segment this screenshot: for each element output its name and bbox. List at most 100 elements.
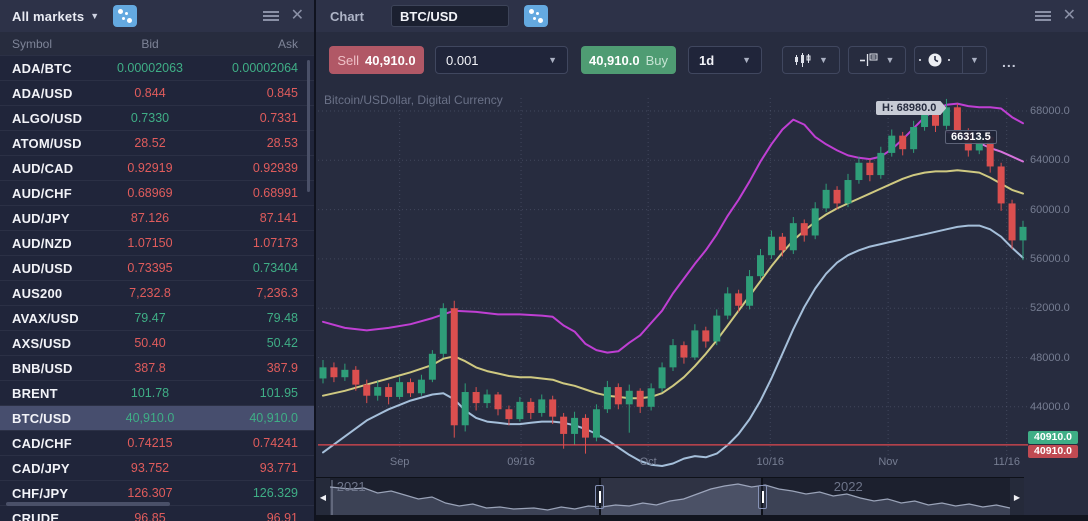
watchlist-row[interactable]: ADA/BTC0.000020630.00002064 <box>0 56 314 81</box>
y-axis-label: 60000.0 <box>1030 204 1086 216</box>
close-icon[interactable]: ✕ <box>1063 8 1076 24</box>
x-axis-label: Nov <box>878 456 898 468</box>
watchlist-header: All markets ▼ ✕ <box>0 0 314 32</box>
row-ask: 0.845 <box>204 86 314 100</box>
watchlist-row[interactable]: AUS2007,232.87,236.3 <box>0 281 314 306</box>
timezone-button[interactable]: ▼ <box>914 46 987 74</box>
row-ask: 387.9 <box>204 361 314 375</box>
chevron-down-icon[interactable]: ▼ <box>90 11 99 21</box>
timeframe-dropdown[interactable]: 1d ▼ <box>688 46 762 74</box>
grid <box>318 98 1028 460</box>
horizontal-scrollbar[interactable] <box>6 502 170 506</box>
column-symbol[interactable]: Symbol <box>0 37 96 51</box>
column-ask[interactable]: Ask <box>204 37 314 51</box>
bid-price-badge: 40910.0 <box>1028 431 1078 444</box>
row-symbol: ADA/USD <box>0 86 96 101</box>
chevron-down-icon: ▼ <box>548 55 557 65</box>
chart-toolbar: Sell 40,910.0 0.001 ▼ 40,910.0 Buy 1d ▼ <box>316 32 1088 88</box>
row-symbol: BTC/USD <box>0 411 96 426</box>
row-ask: 0.73404 <box>204 261 314 275</box>
row-bid: 79.47 <box>96 311 204 325</box>
watchlist-row[interactable]: AUD/USD0.733950.73404 <box>0 256 314 281</box>
chart-window-controls: ✕ <box>1035 0 1076 32</box>
row-bid: 93.752 <box>96 461 204 475</box>
row-bid: 40,910.0 <box>96 411 204 425</box>
row-symbol: ADA/BTC <box>0 61 96 76</box>
clock-icon <box>915 47 954 73</box>
indicators-button[interactable]: ▼ <box>848 46 906 74</box>
watchlist-row[interactable]: AUD/CAD0.929190.92939 <box>0 156 314 181</box>
hamburger-icon[interactable] <box>263 11 279 21</box>
ask-price-badge: 40910.0 <box>1028 445 1078 458</box>
y-axis-label: 64000.0 <box>1030 154 1086 166</box>
watchlist-row[interactable]: CAD/CHF0.742150.74241 <box>0 431 314 456</box>
sell-button[interactable]: Sell 40,910.0 <box>329 46 424 74</box>
chevron-down-icon[interactable]: ▼ <box>962 47 986 73</box>
symbol-input[interactable] <box>391 5 509 27</box>
link-symbol-icon[interactable] <box>113 5 137 27</box>
watchlist-row[interactable]: AXS/USD50.4050.42 <box>0 331 314 356</box>
link-symbol-icon[interactable] <box>524 5 548 27</box>
row-symbol: AUD/CAD <box>0 161 96 176</box>
watchlist-row[interactable]: BTC/USD40,910.040,910.0 <box>0 406 314 431</box>
watchlist-row[interactable]: AVAX/USD79.4779.48 <box>0 306 314 331</box>
volume-dropdown[interactable]: 0.001 ▼ <box>435 46 568 74</box>
high-price-label: H: 68980.0 <box>876 101 946 115</box>
navigator-right-arrow-icon[interactable]: ▶ <box>1010 478 1024 516</box>
row-bid: 0.7330 <box>96 111 204 125</box>
navigator-left-handle[interactable] <box>595 485 604 509</box>
row-ask: 50.42 <box>204 336 314 350</box>
row-bid: 0.73395 <box>96 261 204 275</box>
watchlist-row[interactable]: CRUDE96.8596.91 <box>0 506 314 521</box>
navigator-right-handle[interactable] <box>758 485 767 509</box>
row-bid: 96.85 <box>96 511 204 521</box>
watchlist-row[interactable]: BNB/USD387.8387.9 <box>0 356 314 381</box>
row-ask: 101.95 <box>204 386 314 400</box>
buy-button[interactable]: 40,910.0 Buy <box>581 46 676 74</box>
price-chart-svg[interactable] <box>318 88 1028 470</box>
row-bid: 28.52 <box>96 136 204 150</box>
chart-area[interactable]: Bitcoin/USDollar, Digital Currency 68000… <box>316 88 1088 477</box>
watchlist-row[interactable]: AUD/NZD1.071501.07173 <box>0 231 314 256</box>
watchlist-row[interactable]: BRENT101.78101.95 <box>0 381 314 406</box>
row-ask: 96.91 <box>204 511 314 521</box>
chart-type-button[interactable]: ▼ <box>782 46 840 74</box>
row-symbol: AUS200 <box>0 286 96 301</box>
watchlist-row[interactable]: ADA/USD0.8440.845 <box>0 81 314 106</box>
buy-label: Buy <box>646 53 668 68</box>
hamburger-icon[interactable] <box>1035 11 1051 21</box>
chevron-down-icon: ▼ <box>886 55 895 65</box>
watchlist-title[interactable]: All markets <box>12 9 84 24</box>
watchlist-row[interactable]: ALGO/USD0.73300.7331 <box>0 106 314 131</box>
close-icon[interactable]: ✕ <box>291 8 304 24</box>
row-bid: 126.307 <box>96 486 204 500</box>
buy-price: 40,910.0 <box>589 53 640 68</box>
watchlist-row[interactable]: ATOM/USD28.5228.53 <box>0 131 314 156</box>
row-bid: 87.126 <box>96 211 204 225</box>
chart-navigator[interactable]: ◀ 20212022 ▶ <box>316 477 1024 515</box>
row-symbol: ALGO/USD <box>0 111 96 126</box>
row-ask: 7,236.3 <box>204 286 314 300</box>
row-bid: 1.07150 <box>96 236 204 250</box>
navigator-left-arrow-icon[interactable]: ◀ <box>316 478 330 516</box>
column-bid[interactable]: Bid <box>96 37 204 51</box>
x-axis-label: 10/16 <box>757 456 785 468</box>
upper-band <box>323 104 1023 353</box>
row-symbol: AUD/USD <box>0 261 96 276</box>
row-symbol: AUD/NZD <box>0 236 96 251</box>
timeframe-value: 1d <box>699 53 714 68</box>
row-symbol: CAD/JPY <box>0 461 96 476</box>
row-bid: 0.00002063 <box>96 61 204 75</box>
candles-layer <box>320 99 1027 454</box>
row-bid: 7,232.8 <box>96 286 204 300</box>
navigator-viewport[interactable] <box>599 478 763 516</box>
more-options-button[interactable]: ... <box>1002 54 1017 70</box>
watchlist-row[interactable]: AUD/JPY87.12687.141 <box>0 206 314 231</box>
vertical-scrollbar[interactable] <box>307 60 310 192</box>
y-axis-label: 56000.0 <box>1030 253 1086 265</box>
row-ask: 40,910.0 <box>204 411 314 425</box>
watchlist-row[interactable]: AUD/CHF0.689690.68991 <box>0 181 314 206</box>
watchlist-column-headers: Symbol Bid Ask <box>0 32 314 56</box>
chevron-down-icon: ▼ <box>819 55 828 65</box>
watchlist-row[interactable]: CAD/JPY93.75293.771 <box>0 456 314 481</box>
